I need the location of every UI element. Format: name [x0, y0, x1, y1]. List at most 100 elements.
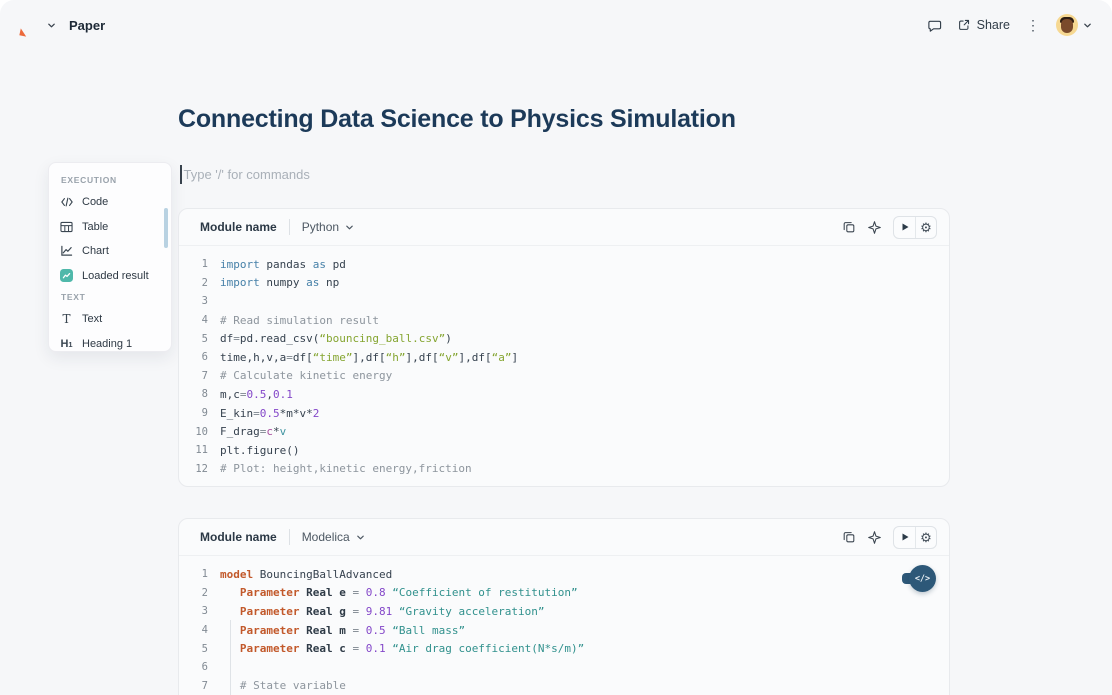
code-editor[interactable]: 1model BouncingBallAdvanced2 Parameter R… [179, 556, 949, 695]
line-number: 12 [179, 463, 208, 475]
run-button[interactable] [894, 217, 915, 238]
line-content: plt.figure() [208, 444, 299, 457]
sparkle-icon [867, 530, 882, 545]
line-content: df=pd.read_csv(“bouncing_ball.csv”) [208, 332, 452, 345]
code-line[interactable]: 9E_kin=0.5*m*v*2 [179, 404, 949, 423]
duplicate-button[interactable] [842, 220, 856, 234]
line-content: # Plot: height,kinetic energy,friction [208, 462, 472, 475]
menu-item-loaded-result[interactable]: Loaded result [59, 264, 171, 289]
code-line[interactable]: 5 Parameter Real c = 0.1 “Air drag coeff… [179, 639, 949, 658]
code-line[interactable]: 4 Parameter Real m = 0.5 “Ball mass” [179, 621, 949, 640]
line-content: import pandas as pd [208, 258, 346, 271]
code-block-modelica: Module name Modelica ⚙ [178, 518, 950, 695]
line-number: 2 [179, 277, 208, 289]
sparkle-icon [867, 220, 882, 235]
line-content: model BouncingBallAdvanced [208, 568, 392, 581]
settings-button[interactable]: ⚙ [915, 527, 936, 548]
line-number: 9 [179, 407, 208, 419]
code-line[interactable]: 6time,h,v,a=df[“time”],df[“h”],df[“v”],d… [179, 348, 949, 367]
line-number: 5 [179, 643, 208, 655]
code-line[interactable]: 2 Parameter Real e = 0.8 “Coefficient of… [179, 584, 949, 603]
code-line[interactable]: 1model BouncingBallAdvanced [179, 565, 949, 584]
command-menu-body: EXECUTION Code Table Chart Loaded result TEXT… [59, 175, 171, 352]
duplicate-button[interactable] [842, 530, 856, 544]
more-options-button[interactable]: ⋮ [1025, 18, 1041, 32]
ai-sparkle-button[interactable] [867, 530, 882, 545]
run-button[interactable] [894, 527, 915, 548]
code-line[interactable]: 5df=pd.read_csv(“bouncing_ball.csv”) [179, 329, 949, 348]
module-name[interactable]: Module name [200, 220, 277, 234]
menu-item-text[interactable]: T Text [59, 307, 171, 332]
heading-1-icon: H1 [59, 337, 74, 351]
table-icon [59, 220, 74, 234]
chat-bubble-icon [927, 18, 942, 33]
duplicate-icon [842, 530, 856, 544]
code-line[interactable]: 8m,c=0.5,0.1 [179, 385, 949, 404]
text-icon: T [59, 312, 74, 326]
menu-section-label: EXECUTION [61, 175, 171, 185]
code-line[interactable]: 3 [179, 292, 949, 311]
code-line[interactable]: 11plt.figure() [179, 441, 949, 460]
account-menu[interactable] [1056, 14, 1092, 36]
language-select[interactable]: Modelica [302, 530, 365, 544]
language-label: Modelica [302, 530, 350, 544]
command-input[interactable]: Type '/' for commands [180, 163, 310, 185]
chart-icon [59, 244, 74, 258]
code-line[interactable]: 6 [179, 658, 949, 677]
loaded-result-icon [59, 269, 74, 283]
menu-item-label: Heading 1 [82, 338, 132, 350]
line-number: 1 [179, 568, 208, 580]
language-select[interactable]: Python [302, 220, 354, 234]
code-line[interactable]: 1import pandas as pd [179, 255, 949, 274]
share-button[interactable]: Share [957, 18, 1010, 32]
line-number: 7 [179, 680, 208, 692]
line-content: Parameter Real c = 0.1 “Air drag coeffic… [208, 642, 584, 655]
code-line[interactable]: 7# Calculate kinetic energy [179, 367, 949, 386]
menu-item-code[interactable]: Code [59, 190, 171, 215]
code-line[interactable]: 3 Parameter Real g = 9.81 “Gravity accel… [179, 602, 949, 621]
share-icon [957, 18, 971, 32]
gear-icon: ⚙ [920, 221, 932, 234]
menu-scrollbar[interactable] [164, 208, 168, 248]
page-title[interactable]: Connecting Data Science to Physics Simul… [178, 105, 736, 134]
menu-item-table[interactable]: Table [59, 215, 171, 240]
ai-sparkle-button[interactable] [867, 220, 882, 235]
line-number: 11 [179, 444, 208, 456]
code-line[interactable]: 7 # State variable [179, 677, 949, 695]
code-editor[interactable]: 1import pandas as pd2import numpy as np3… [179, 246, 949, 478]
line-number: 6 [179, 661, 208, 673]
play-icon [900, 532, 910, 542]
app-name: Paper [69, 18, 105, 33]
line-number: 1 [179, 258, 208, 270]
code-block-header: Module name Python ⚙ [179, 209, 949, 246]
menu-item-chart[interactable]: Chart [59, 239, 171, 264]
code-line[interactable]: 2import numpy as np [179, 274, 949, 293]
code-icon: </> [909, 565, 936, 592]
menu-item-label: Table [82, 221, 108, 233]
line-number: 3 [179, 295, 208, 307]
workspace-chevron-down-icon[interactable] [47, 21, 56, 30]
topbar: Paper Share ⋮ [0, 0, 1112, 50]
app-window: Paper Share ⋮ Connecting Data Science to… [0, 0, 1112, 695]
code-block-header: Module name Modelica ⚙ [179, 519, 949, 556]
comments-button[interactable] [927, 18, 942, 33]
menu-section-label: TEXT [61, 292, 171, 302]
menu-item-heading-1[interactable]: H1 Heading 1 [59, 332, 171, 353]
menu-item-label: Text [82, 313, 102, 325]
line-content: import numpy as np [208, 276, 339, 289]
divider [289, 529, 290, 545]
code-line[interactable]: 4# Read simulation result [179, 311, 949, 330]
code-line[interactable]: 12# Plot: height,kinetic energy,friction [179, 460, 949, 479]
line-number: 5 [179, 333, 208, 345]
line-content: # State variable [208, 679, 346, 692]
menu-item-label: Loaded result [82, 270, 149, 282]
code-view-toggle-button[interactable]: </> [902, 565, 936, 592]
module-name[interactable]: Module name [200, 530, 277, 544]
gear-icon: ⚙ [920, 531, 932, 544]
play-icon [900, 222, 910, 232]
code-line[interactable]: 10F_drag=c*v [179, 422, 949, 441]
line-number: 4 [179, 624, 208, 636]
app-logo-icon[interactable] [20, 15, 40, 35]
settings-button[interactable]: ⚙ [915, 217, 936, 238]
menu-item-label: Code [82, 196, 108, 208]
